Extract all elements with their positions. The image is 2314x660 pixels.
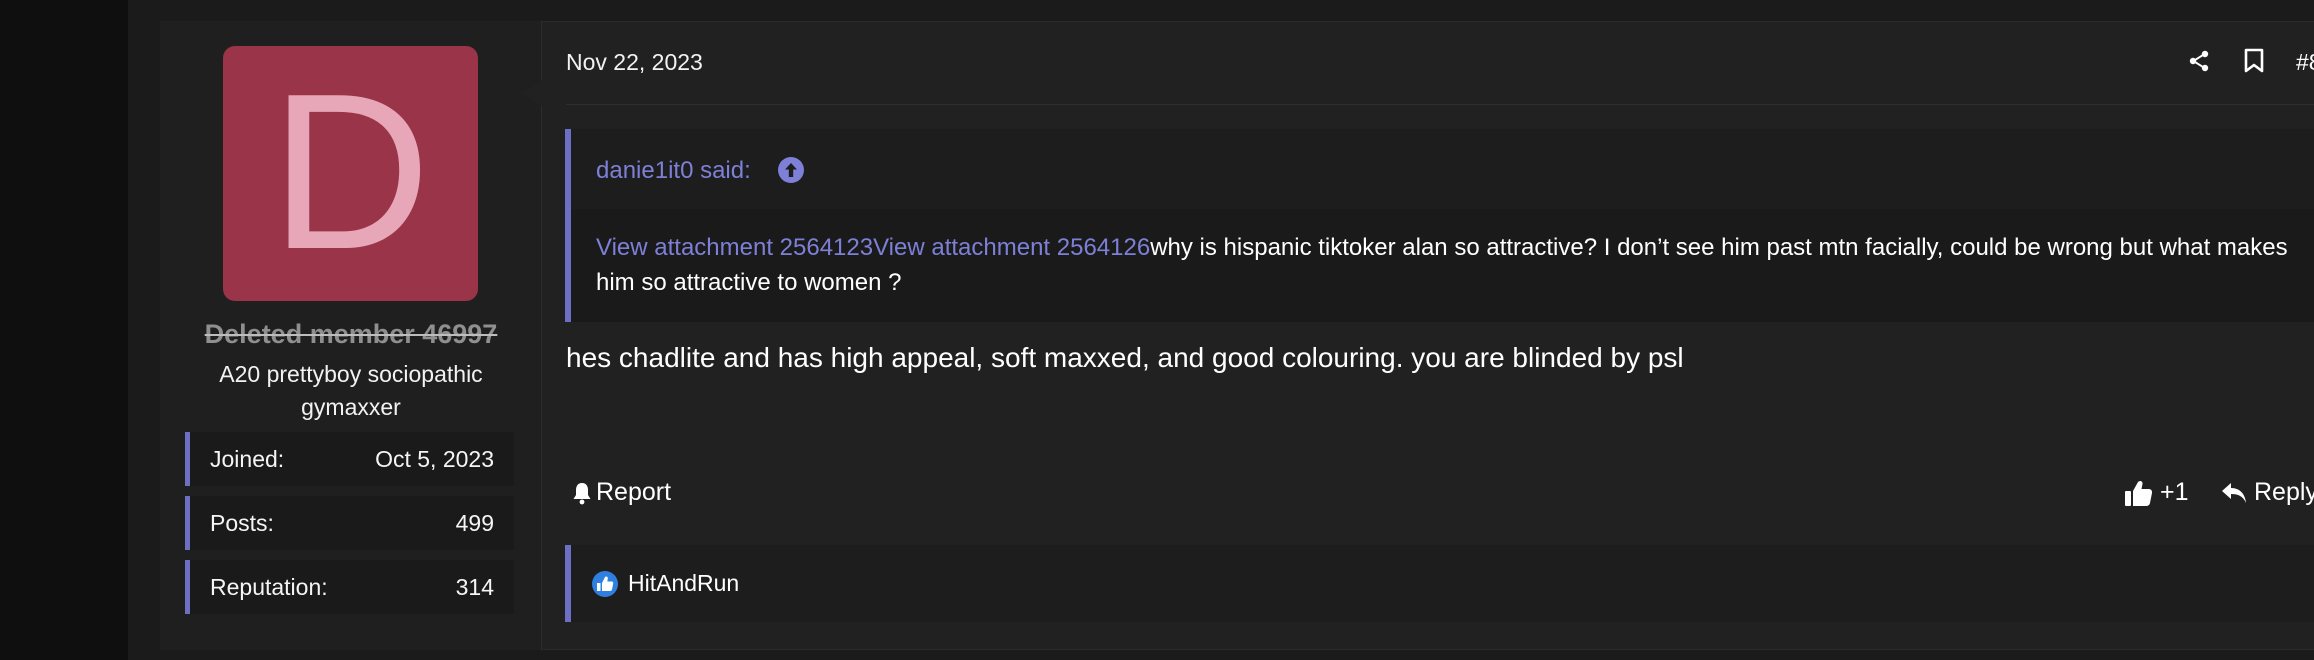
post-number[interactable]: #8	[2296, 49, 2314, 76]
like-reaction-icon	[591, 570, 619, 598]
user-title: A20 prettyboy sociopathic gymaxxer	[219, 361, 483, 420]
reply-icon	[2220, 480, 2248, 506]
stat-value: Oct 5, 2023	[375, 445, 494, 472]
reply-label: Reply	[2254, 478, 2314, 506]
avatar[interactable]: D	[223, 46, 478, 301]
reactions-bar	[565, 545, 2314, 622]
page: D Deleted member 46997 A20 prettyboy soc…	[0, 0, 2314, 660]
message-arrow	[522, 80, 542, 106]
report-button[interactable]: Report	[572, 478, 671, 507]
stat-posts: Posts: 499	[185, 496, 514, 550]
post-header	[566, 30, 2314, 105]
stat-reputation: Reputation: 314	[185, 560, 514, 614]
stat-label: Reputation:	[210, 573, 328, 600]
attachment-link[interactable]: View attachment 2564123	[596, 234, 873, 261]
stat-value: 314	[455, 573, 494, 600]
bookmark-icon[interactable]	[2239, 46, 2269, 76]
share-icon[interactable]	[2184, 46, 2214, 76]
username[interactable]: Deleted member 46997	[160, 319, 542, 350]
stat-joined: Joined: Oct 5, 2023	[185, 432, 514, 486]
bell-icon	[572, 481, 592, 505]
quote-header	[571, 129, 2314, 209]
thumbs-up-icon	[2124, 479, 2154, 507]
reaction-user-link[interactable]: HitAndRun	[628, 570, 739, 597]
stat-label: Joined:	[210, 445, 285, 472]
attachment-link[interactable]: View attachment 2564126	[873, 234, 1150, 261]
post-message: hes chadlite and has high appeal, soft m…	[566, 342, 1684, 373]
left-gutter	[0, 0, 128, 660]
arrow-up-circle-icon[interactable]	[777, 156, 805, 184]
like-label: +1	[2160, 478, 2189, 506]
quote-body: View attachment 2564123View attachment 2…	[596, 230, 2296, 300]
stat-value[interactable]: 499	[456, 510, 494, 537]
quote-author[interactable]: danie1it0 said:	[596, 157, 751, 185]
like-button[interactable]: +1	[2124, 478, 2189, 507]
reply-button[interactable]: Reply	[2220, 478, 2314, 507]
post-date[interactable]: Nov 22, 2023	[566, 49, 703, 76]
stat-label: Posts:	[210, 509, 274, 536]
avatar-letter: D	[270, 47, 431, 296]
report-label: Report	[596, 478, 672, 506]
